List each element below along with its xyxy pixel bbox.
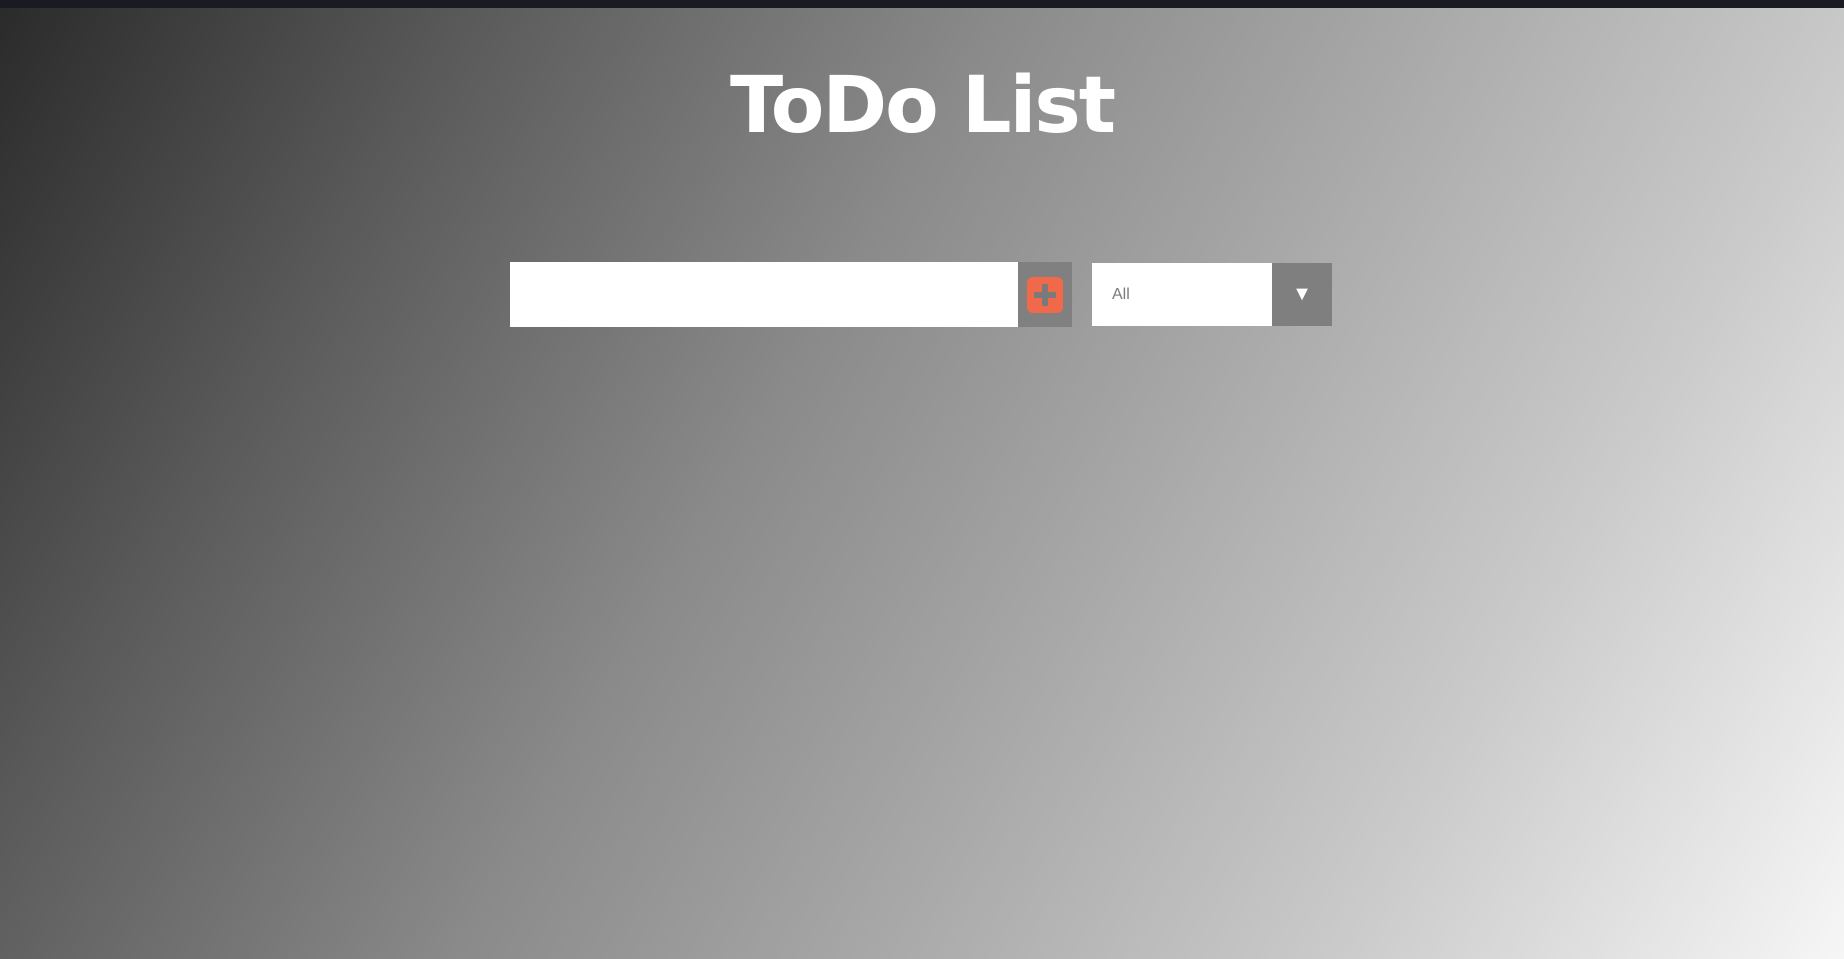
todo-input[interactable] xyxy=(510,262,1018,327)
filter-select[interactable]: All ▼ xyxy=(1092,263,1332,326)
page-title: ToDo List xyxy=(729,61,1116,151)
browser-top-bar xyxy=(0,0,1844,8)
plus-square-icon xyxy=(1027,276,1063,313)
caret-down-icon[interactable]: ▼ xyxy=(1272,263,1332,326)
todo-form xyxy=(510,262,1072,327)
filter-selected-value: All xyxy=(1112,285,1130,303)
page-background: ToDo List All ▼ xyxy=(0,0,1844,959)
add-todo-button[interactable] xyxy=(1018,262,1072,327)
